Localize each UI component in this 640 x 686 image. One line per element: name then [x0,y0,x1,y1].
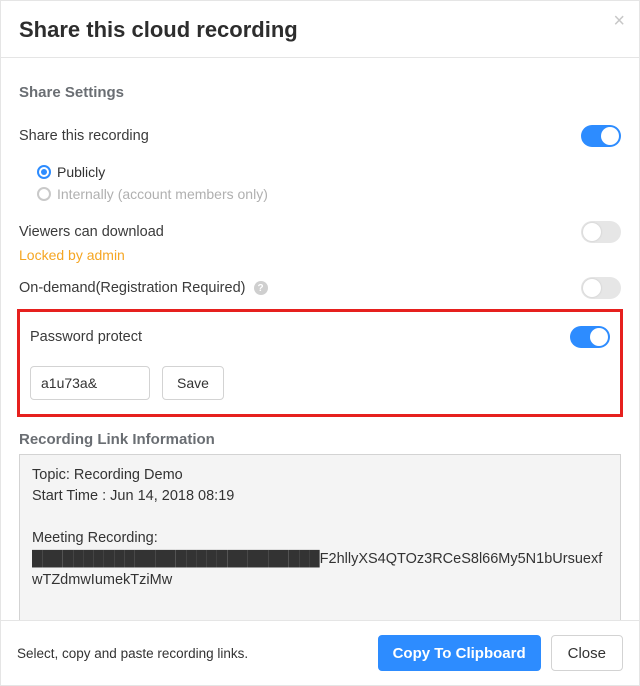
on-demand-label: On-demand(Registration Required) ? [19,280,268,296]
modal-body: Share Settings Share this recording Publ… [1,58,639,620]
password-protect-label: Password protect [30,329,142,345]
modal-header: Share this cloud recording × [1,1,639,58]
password-protect-toggle[interactable] [570,326,610,348]
close-button[interactable]: Close [551,635,623,671]
help-icon[interactable]: ? [254,281,268,295]
viewers-download-toggle[interactable] [581,221,621,243]
recording-link-info-heading: Recording Link Information [19,431,621,448]
share-internally-option[interactable]: Internally (account members only) [37,183,621,205]
share-recording-toggle[interactable] [581,125,621,147]
footer-hint: Select, copy and paste recording links. [17,646,248,661]
share-publicly-option[interactable]: Publicly [37,161,621,183]
password-input[interactable] [30,366,150,400]
share-recording-label: Share this recording [19,128,149,144]
save-password-button[interactable]: Save [162,366,224,400]
password-controls: Save [30,366,610,400]
copy-to-clipboard-button[interactable]: Copy To Clipboard [378,635,541,671]
viewers-download-label: Viewers can download [19,224,164,240]
footer-actions: Copy To Clipboard Close [378,635,623,671]
share-publicly-label: Publicly [57,164,105,180]
share-settings-heading: Share Settings [19,84,621,101]
radio-unselected-icon [37,187,51,201]
recording-link-textarea[interactable] [19,454,621,620]
share-internally-label: Internally (account members only) [57,186,268,202]
radio-selected-icon [37,165,51,179]
modal-footer: Select, copy and paste recording links. … [1,620,639,685]
locked-by-admin-text: Locked by admin [19,247,621,263]
share-scope-options: Publicly Internally (account members onl… [19,153,621,215]
share-recording-modal: Share this cloud recording × Share Setti… [0,0,640,686]
close-icon[interactable]: × [613,11,625,31]
share-recording-row: Share this recording [19,119,621,153]
viewers-download-row: Viewers can download [19,215,621,249]
password-protect-row: Password protect [30,320,610,354]
on-demand-row: On-demand(Registration Required) ? [19,271,621,305]
on-demand-toggle[interactable] [581,277,621,299]
password-protect-highlight: Password protect Save [17,309,623,417]
modal-title: Share this cloud recording [19,17,621,43]
